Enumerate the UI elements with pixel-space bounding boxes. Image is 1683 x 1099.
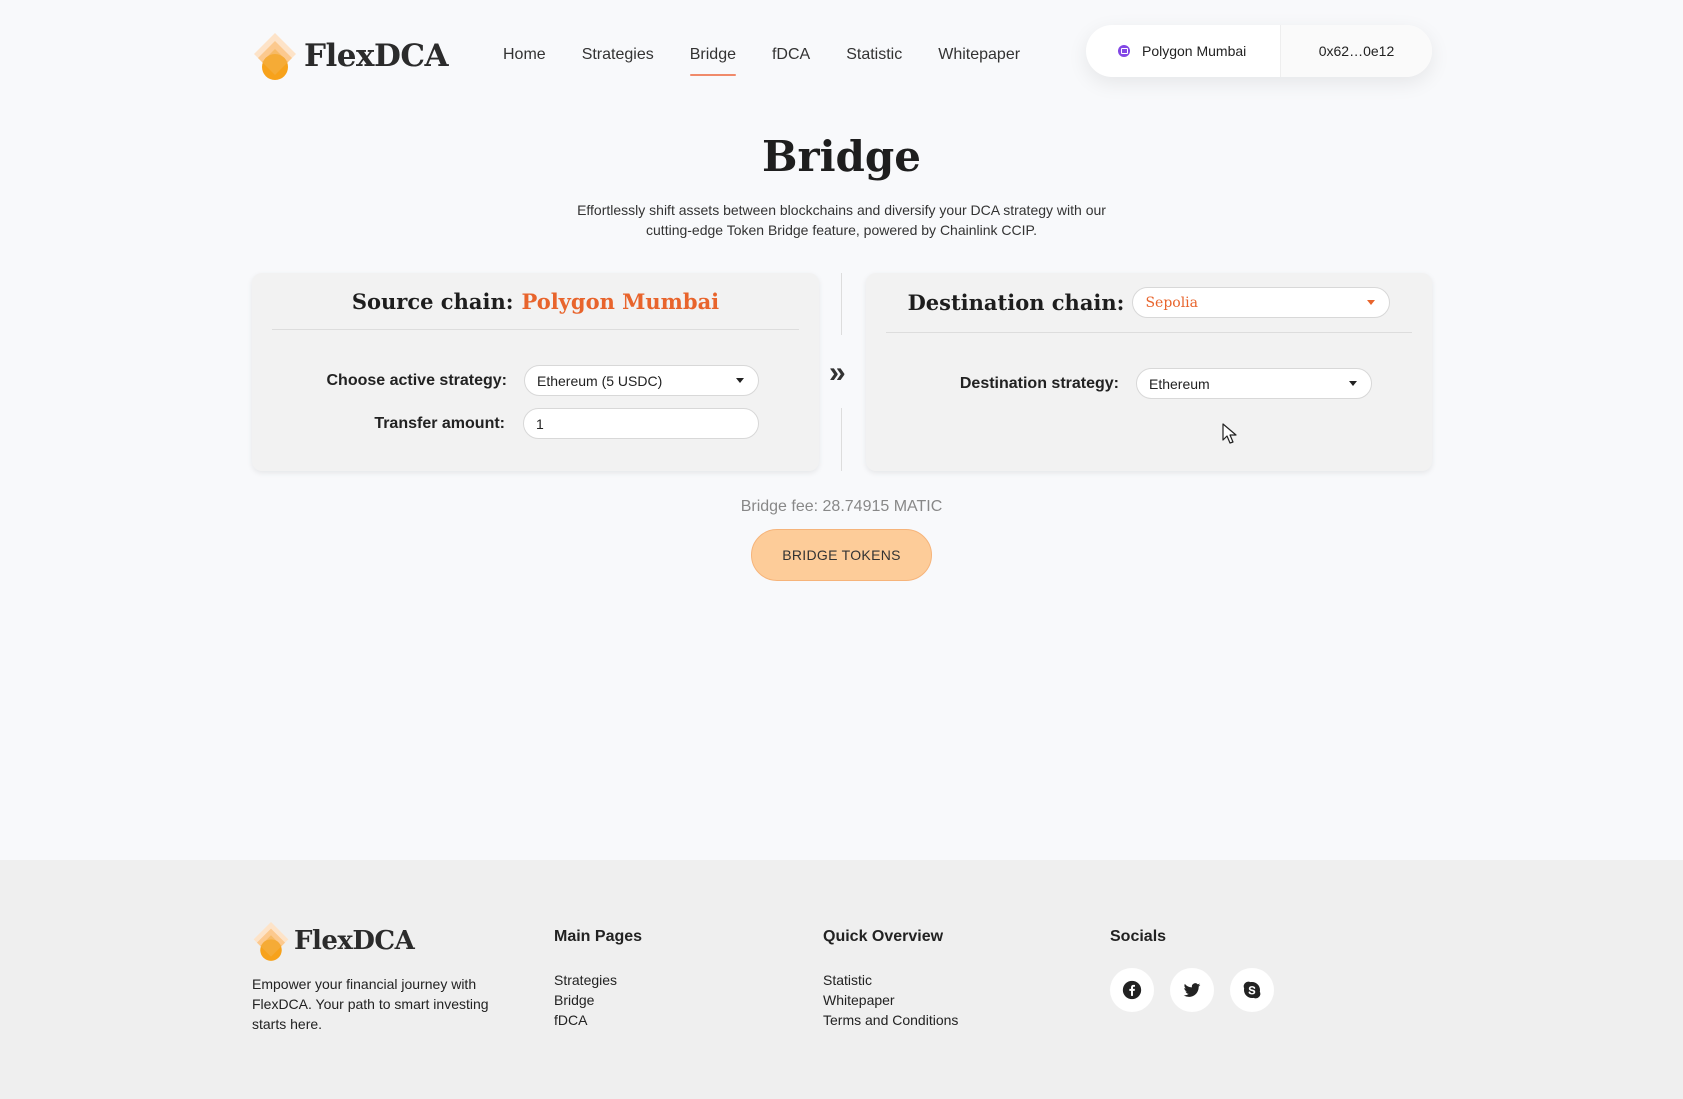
network-name: Polygon Mumbai bbox=[1142, 43, 1247, 59]
destination-chain-value: Sepolia bbox=[1145, 294, 1199, 311]
transfer-amount-input[interactable]: 1 bbox=[523, 408, 759, 439]
facebook-button[interactable] bbox=[1110, 968, 1154, 1012]
footer-quick-overview: Quick Overview Statistic Whitepaper Term… bbox=[823, 928, 958, 1030]
nav-fdca[interactable]: fDCA bbox=[772, 46, 810, 76]
nav-statistic[interactable]: Statistic bbox=[846, 46, 902, 76]
footer-logo-text: FlexDCA bbox=[294, 926, 415, 956]
page: FlexDCA Home Strategies Bridge fDCA Stat… bbox=[0, 0, 1683, 1099]
mouse-cursor-icon bbox=[1222, 423, 1237, 444]
transfer-amount-value: 1 bbox=[536, 415, 544, 432]
footer-link-whitepaper[interactable]: Whitepaper bbox=[823, 990, 958, 1010]
footer-logo[interactable]: FlexDCA bbox=[252, 920, 415, 962]
active-strategy-value: Ethereum (5 USDC) bbox=[537, 372, 663, 389]
main-nav: Home Strategies Bridge fDCA Statistic Wh… bbox=[503, 46, 1020, 76]
destination-strategy-select[interactable]: Ethereum bbox=[1136, 368, 1372, 399]
logo[interactable]: FlexDCA bbox=[252, 31, 449, 81]
footer-socials: Socials bbox=[1110, 928, 1274, 1012]
footer-main-pages-title: Main Pages bbox=[554, 928, 643, 945]
page-subtitle: Effortlessly shift assets between blockc… bbox=[577, 202, 1106, 238]
skype-button[interactable] bbox=[1230, 968, 1274, 1012]
twitter-button[interactable] bbox=[1170, 968, 1214, 1012]
twitter-icon bbox=[1183, 983, 1201, 997]
facebook-icon bbox=[1122, 980, 1142, 1000]
destination-chain-label: Destination chain: bbox=[907, 290, 1125, 315]
bridge-fee: Bridge fee: 28.74915 MATIC bbox=[740, 498, 943, 515]
footer: FlexDCA Empower your financial journey w… bbox=[0, 860, 1683, 1099]
polygon-icon bbox=[1118, 45, 1130, 57]
footer-link-strategies[interactable]: Strategies bbox=[554, 970, 642, 990]
account-button[interactable]: 0x62…0e12 bbox=[1281, 25, 1432, 77]
footer-description: Empower your financial journey with Flex… bbox=[252, 976, 489, 1032]
strategy-row: Choose active strategy: Ethereum (5 USDC… bbox=[252, 365, 759, 396]
logo-text: FlexDCA bbox=[304, 38, 449, 74]
nav-strategies[interactable]: Strategies bbox=[582, 46, 654, 76]
source-chain-card: Source chain: Polygon Mumbai Choose acti… bbox=[252, 273, 819, 471]
chevron-down-icon bbox=[1367, 300, 1376, 305]
destination-chain-select[interactable]: Sepolia bbox=[1132, 287, 1391, 318]
flexdca-logo-icon bbox=[254, 33, 296, 80]
bridge-tokens-button[interactable]: BRIDGE TOKENS bbox=[751, 529, 932, 581]
divider-bottom bbox=[841, 408, 842, 471]
nav-whitepaper[interactable]: Whitepaper bbox=[938, 46, 1020, 76]
footer-link-fdca[interactable]: fDCA bbox=[554, 1010, 642, 1030]
header: FlexDCA Home Strategies Bridge fDCA Stat… bbox=[0, 0, 1683, 110]
strategy-label: Choose active strategy: bbox=[326, 371, 507, 389]
footer-link-statistic[interactable]: Statistic bbox=[823, 970, 958, 990]
footer-main-pages: Main Pages Strategies Bridge fDCA bbox=[554, 928, 642, 1030]
source-chain-label: Source chain: bbox=[351, 288, 514, 314]
wallet-address: 0x62…0e12 bbox=[1318, 43, 1395, 59]
destination-strategy-label: Destination strategy: bbox=[959, 374, 1119, 392]
chevron-down-icon bbox=[736, 378, 744, 383]
network-button[interactable]: Polygon Mumbai bbox=[1086, 25, 1280, 77]
source-card-header: Source chain: Polygon Mumbai bbox=[272, 273, 799, 330]
double-arrow-right-icon: » bbox=[829, 356, 846, 389]
source-chain-name: Polygon Mumbai bbox=[521, 288, 720, 314]
footer-socials-title: Socials bbox=[1110, 928, 1167, 945]
nav-bridge[interactable]: Bridge bbox=[689, 46, 737, 76]
transfer-amount-label: Transfer amount: bbox=[374, 414, 505, 432]
nav-home[interactable]: Home bbox=[503, 46, 546, 76]
page-title: Bridge bbox=[761, 132, 922, 181]
amount-row: Transfer amount: 1 bbox=[252, 408, 759, 439]
social-links bbox=[1110, 968, 1274, 1012]
chevron-down-icon bbox=[1349, 381, 1357, 386]
destination-chain-card: Destination chain: Sepolia Destination s… bbox=[866, 273, 1432, 471]
footer-quick-overview-title: Quick Overview bbox=[823, 928, 944, 945]
wallet-widget: Polygon Mumbai 0x62…0e12 bbox=[1086, 25, 1432, 77]
destination-strategy-row: Destination strategy: Ethereum bbox=[866, 368, 1372, 399]
footer-link-terms[interactable]: Terms and Conditions bbox=[823, 1010, 958, 1030]
footer-link-bridge[interactable]: Bridge bbox=[554, 990, 642, 1010]
flexdca-logo-icon bbox=[253, 922, 289, 961]
active-strategy-select[interactable]: Ethereum (5 USDC) bbox=[524, 365, 759, 396]
destination-card-header: Destination chain: Sepolia bbox=[886, 273, 1412, 333]
divider-top bbox=[841, 273, 842, 335]
skype-icon bbox=[1243, 981, 1261, 999]
destination-strategy-value: Ethereum bbox=[1149, 375, 1210, 392]
